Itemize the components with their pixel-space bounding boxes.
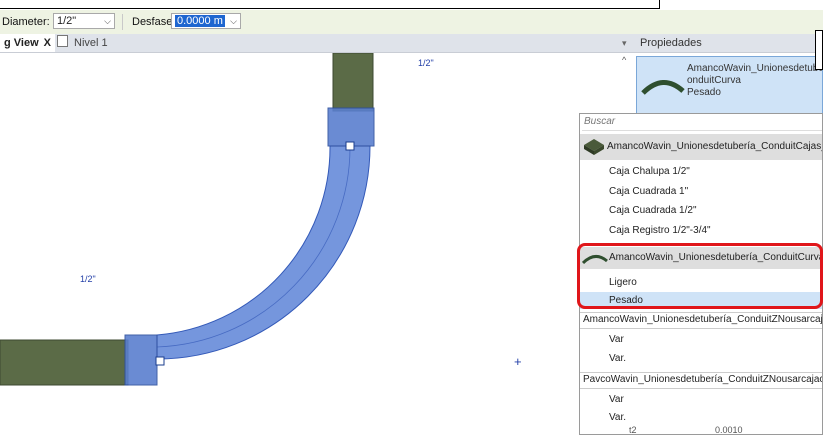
tab-label: Nivel 1 xyxy=(74,37,108,49)
properties-header: ▾ Propiedades xyxy=(622,34,823,53)
size-tag-top: 1/2" xyxy=(418,58,434,68)
left-coupling[interactable] xyxy=(124,334,158,386)
panel-edge xyxy=(815,30,823,70)
size-tag-left: 1/2" xyxy=(80,274,96,284)
top-divider-vertical xyxy=(659,0,660,9)
view-tab-bar: g View X Nivel 1 xyxy=(0,34,636,53)
connector-grip[interactable] xyxy=(345,141,355,151)
property-value[interactable]: 0.0010 xyxy=(715,425,743,435)
conduit-elbow[interactable] xyxy=(156,145,371,360)
tab-label: g View xyxy=(4,37,39,49)
drawing-canvas[interactable]: 1/2" 1/2" + xyxy=(0,52,636,435)
properties-title: Propiedades xyxy=(640,37,702,49)
tab-nivel-1[interactable]: Nivel 1 xyxy=(57,34,108,52)
vertical-pipe[interactable] xyxy=(332,52,374,112)
options-bar: Diameter: 1/2" ⌵ Desfase: 0.0000 m ⌵ xyxy=(0,10,823,35)
connector-grip[interactable] xyxy=(155,356,165,366)
family-name: AmancoWavin_Unionesdetubería_ConduitCaja… xyxy=(607,141,822,152)
horizontal-pipe[interactable] xyxy=(0,339,129,386)
scroll-up-icon[interactable]: ^ xyxy=(622,55,626,65)
diameter-label: Diameter: xyxy=(2,16,50,28)
offset-label: Desfase: xyxy=(132,16,176,28)
property-name: t2 xyxy=(629,425,637,435)
diameter-combo[interactable]: 1/2" ⌵ xyxy=(53,13,115,29)
close-icon[interactable]: X xyxy=(44,37,51,49)
type-selector[interactable]: AmancoWavin_Unionesdetubería_C onduitCur… xyxy=(636,56,823,119)
toolbar-separator xyxy=(122,14,123,30)
chevron-down-icon[interactable]: ⌵ xyxy=(104,14,111,28)
top-divider xyxy=(0,8,660,9)
filter-icon[interactable]: ▾ xyxy=(622,34,627,52)
document-icon xyxy=(57,35,68,47)
offset-combo[interactable]: 0.0000 m ⌵ xyxy=(171,13,241,29)
offset-value[interactable]: 0.0000 m xyxy=(175,15,225,27)
top-coupling[interactable] xyxy=(327,107,375,147)
type-family-line1: AmancoWavin_Unionesdetubería_C xyxy=(687,63,822,74)
family-row: PavcoWavin_Unionesdetubería_ConduitZNous… xyxy=(580,372,822,389)
search-input[interactable]: Buscar xyxy=(582,116,822,131)
type-family-line2: onduitCurva xyxy=(687,75,741,86)
family-name: AmancoWavin_Unionesdetubería_ConduitZNou… xyxy=(583,314,823,325)
drawing-svg: 1/2" 1/2" + xyxy=(0,52,522,386)
family-name: PavcoWavin_Unionesdetubería_ConduitZNous… xyxy=(583,374,822,385)
property-row: t2 0.0010 xyxy=(579,425,823,435)
type-name: Pesado xyxy=(687,87,721,98)
tab-current-view[interactable]: g View X xyxy=(0,34,55,52)
selection-highlight xyxy=(577,243,823,309)
family-row: AmancoWavin_Unionesdetubería_ConduitZNou… xyxy=(580,312,823,329)
family-row: AmancoWavin_Unionesdetubería_ConduitCaja… xyxy=(580,134,822,160)
box-fitting-icon xyxy=(584,139,604,155)
chevron-down-icon[interactable]: ⌵ xyxy=(230,14,237,28)
conduit-curve-icon xyxy=(641,80,685,95)
diameter-value: 1/2" xyxy=(57,15,77,27)
crosshair-icon: + xyxy=(514,354,522,369)
